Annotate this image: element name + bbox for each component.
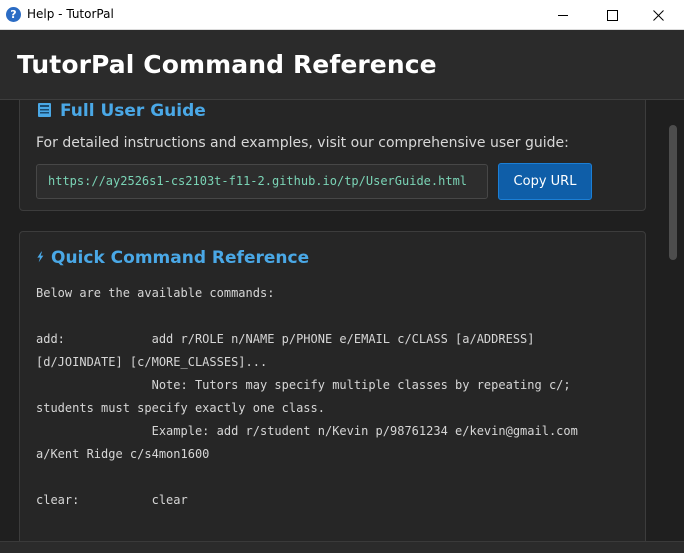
user-guide-card: Full User Guide For detailed instruction… <box>19 100 646 211</box>
quick-reference-card: Quick Command Reference Below are the av… <box>19 231 646 541</box>
scrollbar-thumb[interactable] <box>669 125 677 260</box>
user-guide-heading: Full User Guide <box>36 101 206 121</box>
close-button[interactable] <box>635 0 681 30</box>
user-guide-description: For detailed instructions and examples, … <box>36 135 569 151</box>
vertical-scrollbar[interactable] <box>665 100 684 541</box>
page-title: TutorPal Command Reference <box>17 50 437 79</box>
book-icon <box>38 103 51 117</box>
help-content: Full User Guide For detailed instruction… <box>0 100 684 541</box>
app-header: TutorPal Command Reference <box>0 30 684 100</box>
window-titlebar: ? Help - TutorPal <box>0 0 684 30</box>
user-guide-url-field[interactable]: https://ay2526s1-cs2103t-f11-2.github.io… <box>36 164 488 199</box>
quick-reference-heading-label: Quick Command Reference <box>51 248 310 268</box>
close-icon <box>652 9 664 21</box>
bottom-edge <box>0 541 684 553</box>
command-reference-text: Below are the available commands: add: a… <box>36 286 578 507</box>
user-guide-heading-label: Full User Guide <box>60 101 206 121</box>
copy-url-button[interactable]: Copy URL <box>498 163 592 200</box>
window-title: Help - TutorPal <box>27 7 114 21</box>
quick-reference-heading: Quick Command Reference <box>36 248 309 268</box>
maximize-button[interactable] <box>589 0 635 30</box>
minimize-icon <box>557 14 568 16</box>
minimize-button[interactable] <box>540 0 586 30</box>
question-icon: ? <box>6 7 21 22</box>
lightning-icon <box>37 251 44 263</box>
maximize-icon <box>606 9 618 21</box>
